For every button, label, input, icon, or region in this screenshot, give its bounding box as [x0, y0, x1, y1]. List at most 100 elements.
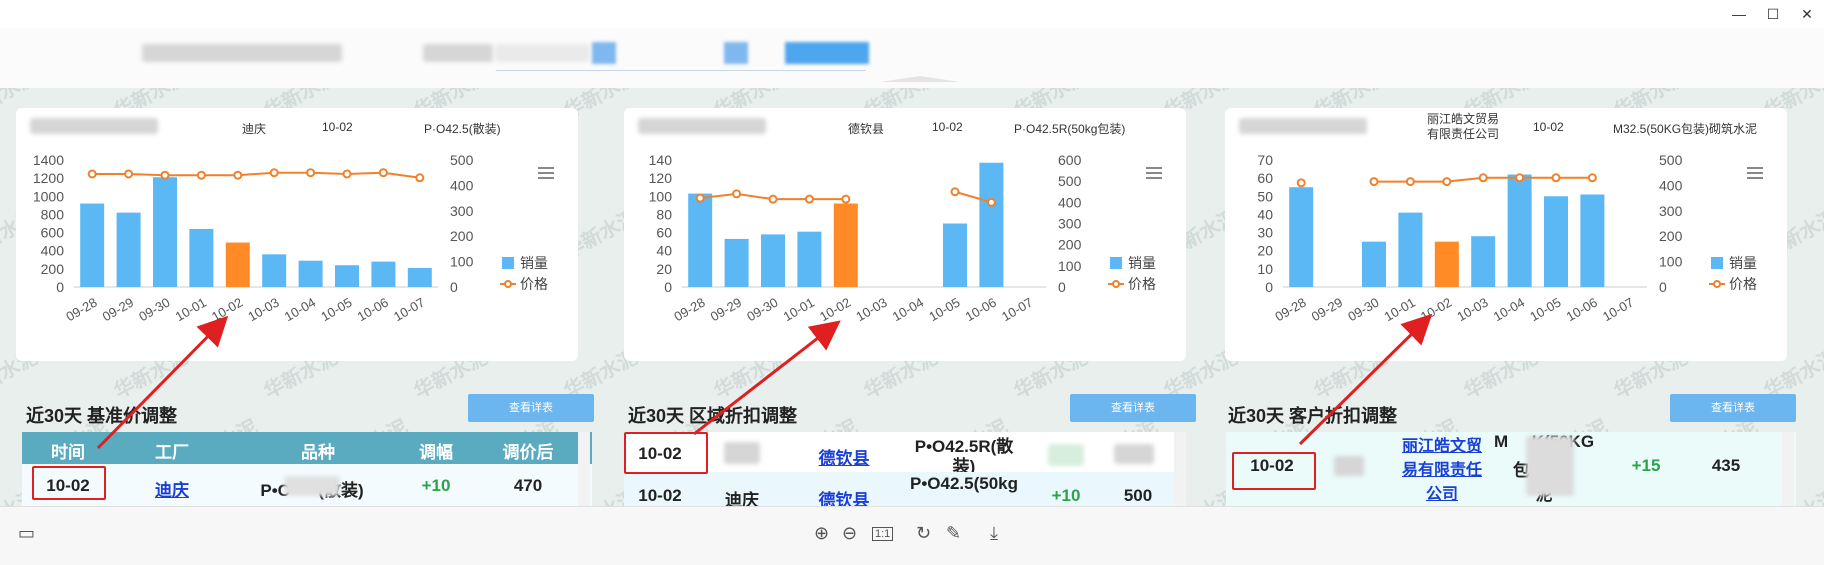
x-tick-label: 10-01 [781, 295, 817, 325]
minimize-button[interactable]: — [1724, 4, 1754, 24]
table-row[interactable]: 10-02 德钦县 P•O42.5R(散 装) [624, 432, 1186, 476]
customer-link-line1[interactable]: 丽江皓文贸 [1402, 432, 1482, 456]
zoom-out-icon[interactable]: ⊖ [842, 523, 857, 544]
right-tick-label: 500 [1659, 152, 1683, 168]
x-tick-label: 10-04 [890, 295, 926, 325]
chart-card-3: 丽江皓文贸易 有限责任公司 10-02 M32.5(50KG包装)砌筑水泥 01… [1225, 108, 1787, 361]
price-point [732, 189, 742, 199]
header-factory[interactable]: 工厂 [155, 438, 189, 463]
table-row[interactable]: 10-02 迪庆 德钦县 P•O42.5(50kg +10 500 [624, 472, 1186, 506]
legend-price-label: 价格 [1729, 276, 1757, 292]
left-tick-label: 100 [649, 188, 673, 204]
price-point [1405, 177, 1415, 187]
blurred-nav-active-tab[interactable] [785, 42, 869, 64]
county-link[interactable]: 德钦县 [819, 444, 870, 469]
left-tick-label: 50 [1257, 188, 1273, 204]
region-table: 10-02 德钦县 P•O42.5R(散 装) 10-02 迪庆 德钦县 P•O… [624, 432, 1186, 506]
left-tick-label: 600 [41, 225, 65, 241]
table-row[interactable]: 10-02 迪庆 P•C (散装) +10 470 [22, 464, 592, 506]
right-tick-label: 600 [1058, 152, 1082, 168]
cell-product: P•O42.5(50kg [909, 474, 1019, 493]
left-tick-label: 0 [1265, 279, 1273, 295]
view-details-button[interactable]: 查看详表 [1670, 394, 1796, 422]
left-tick-label: 1000 [33, 188, 64, 204]
right-tick-label: 300 [1659, 203, 1683, 219]
legend-sales-swatch [1110, 257, 1122, 269]
blurred-price [1114, 444, 1154, 464]
price-line-segment [310, 171, 348, 175]
legend-sales-swatch [502, 257, 514, 269]
price-point [1478, 173, 1488, 183]
header-time[interactable]: 时间 [51, 438, 85, 463]
cell-price: 500 [1123, 486, 1153, 505]
left-tick-label: 120 [649, 170, 673, 186]
sales-bar [80, 203, 105, 287]
sales-bar [724, 238, 749, 287]
right-tick-label: 400 [1058, 194, 1082, 210]
sales-bar [761, 234, 785, 287]
x-tick-label: 09-30 [1345, 295, 1381, 325]
x-tick-label: 10-04 [1491, 295, 1527, 325]
blurred-nav-tab[interactable] [724, 42, 748, 64]
x-tick-label: 09-29 [708, 295, 744, 325]
header-change[interactable]: 调幅 [419, 438, 453, 463]
price-point [1515, 173, 1525, 183]
actual-size-icon[interactable]: 1:1 [872, 527, 894, 541]
price-point [1442, 177, 1452, 187]
right-tick-label: 0 [1659, 279, 1667, 295]
factory-link[interactable]: 迪庆 [155, 476, 189, 501]
section-title-benchmark: 近30天 基准价调整 [26, 406, 178, 426]
legend-sales-label: 销量 [520, 255, 548, 271]
customer-link-line2[interactable]: 易有限责任 [1402, 456, 1482, 480]
price-line-segment [346, 171, 384, 175]
table-scrollbar[interactable] [578, 432, 590, 506]
rotate-icon[interactable]: ↻ [916, 523, 931, 544]
edit-icon[interactable]: ✎ [946, 523, 961, 544]
header-price[interactable]: 调价后 [503, 438, 554, 463]
sales-bar [979, 162, 1004, 287]
x-tick-label: 10-06 [355, 295, 391, 325]
view-details-button[interactable]: 查看详表 [468, 394, 594, 422]
blurred-nav-tab[interactable] [592, 42, 616, 64]
right-tick-label: 200 [1659, 228, 1683, 244]
red-highlight-box [624, 432, 708, 474]
thumbnail-icon[interactable]: ▭ [18, 523, 35, 544]
table-scrollbar[interactable] [1782, 432, 1794, 506]
right-tick-label: 100 [1659, 254, 1683, 270]
left-tick-label: 40 [1257, 206, 1273, 222]
chart-svg-3: 0 10 20 30 40 50 60 70 0 100 200 300 400 500 09-28 09-2… [1257, 152, 1757, 325]
blurred-nav-text [495, 44, 590, 62]
x-tick-label: 09-30 [744, 295, 780, 325]
price-point [342, 169, 352, 179]
download-icon[interactable]: ⤓ [990, 523, 998, 544]
price-point [950, 187, 960, 197]
collapse-handle[interactable] [880, 76, 960, 82]
maximize-button[interactable]: ☐ [1758, 4, 1788, 24]
x-tick-label: 10-07 [999, 295, 1035, 325]
sales-bar [407, 267, 432, 287]
right-tick-label: 200 [1058, 237, 1082, 253]
sales-bar [335, 265, 359, 287]
price-point [768, 194, 778, 204]
x-tick-label: 10-01 [1382, 295, 1418, 325]
customer-link-line3[interactable]: 公司 [1426, 480, 1458, 504]
sales-bar [189, 228, 214, 287]
legend-sales-label: 销量 [1729, 255, 1757, 271]
x-tick-label: 10-02 [209, 295, 245, 325]
viewer-toolbar: ▭ ⊕ ⊖ 1:1 ↻ ✎ ⤓ [0, 506, 1824, 565]
left-tick-label: 0 [56, 279, 64, 295]
header-product[interactable]: 品种 [301, 438, 335, 463]
county-link[interactable]: 德钦县 [819, 486, 870, 506]
cell-change: +10 [421, 476, 451, 495]
table-scrollbar[interactable] [1174, 432, 1186, 506]
view-details-button[interactable]: 查看详表 [1070, 394, 1196, 422]
close-button[interactable]: ✕ [1792, 4, 1822, 24]
x-tick-label: 10-06 [963, 295, 999, 325]
x-tick-label: 10-07 [1600, 295, 1636, 325]
price-point [1587, 173, 1597, 183]
sales-bar [225, 242, 250, 287]
zoom-in-icon[interactable]: ⊕ [814, 523, 829, 544]
x-tick-label: 10-02 [1418, 295, 1454, 325]
blurred-region [1334, 456, 1364, 476]
x-tick-label: 10-02 [817, 295, 853, 325]
